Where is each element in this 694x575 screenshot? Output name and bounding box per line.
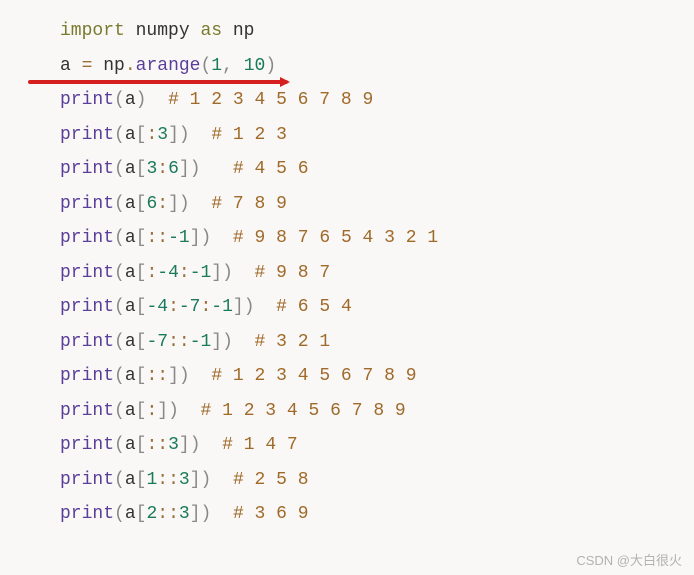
func-print: print [60,90,114,110]
comment: # 4 5 6 [233,159,309,179]
code-line-13: print(a[1::3]) # 2 5 8 [60,463,694,498]
code-line-14: print(a[2::3]) # 3 6 9 [60,497,694,532]
comment: # 3 6 9 [233,504,309,524]
operator-assign: = [82,56,93,76]
func-print: print [60,504,114,524]
code-line-10: print(a[::]) # 1 2 3 4 5 6 7 8 9 [60,359,694,394]
func-print: print [60,228,114,248]
comment: # 1 2 3 4 5 6 7 8 9 [168,90,373,110]
code-line-3: print(a[:3]) # 1 2 3 [60,118,694,153]
keyword-import: import [60,21,125,41]
comment: # 1 2 3 4 5 6 7 8 9 [211,366,416,386]
func-print: print [60,159,114,179]
paren-close: ) [265,56,276,76]
object: np [103,56,125,76]
comment: # 2 5 8 [233,470,309,490]
code-line-1: a = np.arange(1, 10) [60,49,694,84]
red-underline-annotation [28,80,288,84]
comma: , [222,56,233,76]
code-line-2: print(a) # 1 2 3 4 5 6 7 8 9 [60,83,694,118]
func-print: print [60,332,114,352]
keyword-as: as [200,21,222,41]
watermark-text: CSDN @大白很火 [576,550,682,569]
code-line-9: print(a[-7::-1]) # 3 2 1 [60,325,694,360]
comment: # 9 8 7 6 5 4 3 2 1 [233,228,438,248]
comment: # 3 2 1 [255,332,331,352]
code-line-11: print(a[:]) # 1 2 3 4 5 6 7 8 9 [60,394,694,429]
func-print: print [60,297,114,317]
func-print: print [60,125,114,145]
module-name: numpy [136,21,190,41]
number: 1 [211,56,222,76]
func-print: print [60,401,114,421]
code-line-6: print(a[::-1]) # 9 8 7 6 5 4 3 2 1 [60,221,694,256]
func-print: print [60,194,114,214]
alias: np [233,21,255,41]
func-print: print [60,263,114,283]
comment: # 1 4 7 [222,435,298,455]
code-line-4: print(a[3:6]) # 4 5 6 [60,152,694,187]
func-print: print [60,470,114,490]
variable: a [60,56,71,76]
comment: # 7 8 9 [211,194,287,214]
number: 10 [244,56,266,76]
code-line-12: print(a[::3]) # 1 4 7 [60,428,694,463]
func-print: print [60,366,114,386]
dot: . [125,56,136,76]
code-line-7: print(a[:-4:-1]) # 9 8 7 [60,256,694,291]
paren-open: ( [200,56,211,76]
code-line-8: print(a[-4:-7:-1]) # 6 5 4 [60,290,694,325]
code-line-0: import numpy as np [60,14,694,49]
comment: # 9 8 7 [255,263,331,283]
func-print: print [60,435,114,455]
comment: # 1 2 3 4 5 6 7 8 9 [201,401,406,421]
comment: # 1 2 3 [211,125,287,145]
comment: # 6 5 4 [276,297,352,317]
code-line-5: print(a[6:]) # 7 8 9 [60,187,694,222]
method-arange: arange [136,56,201,76]
